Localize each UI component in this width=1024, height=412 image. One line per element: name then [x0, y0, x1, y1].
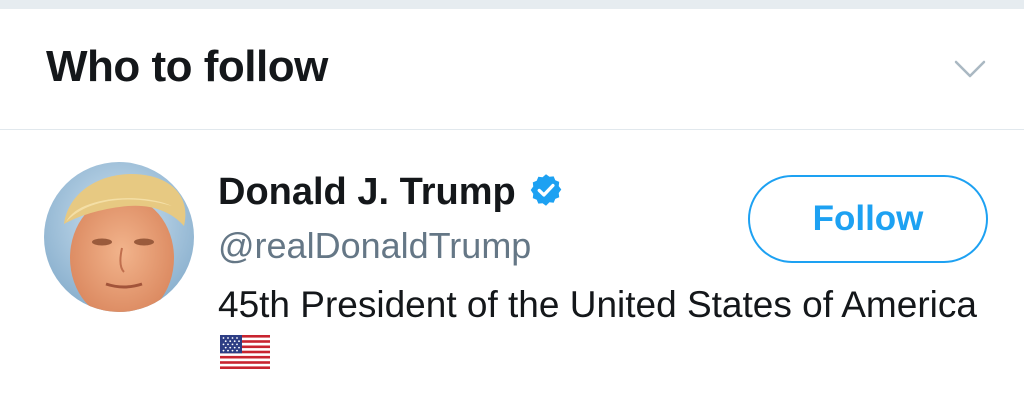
chevron-down-icon[interactable]: [953, 56, 987, 82]
us-flag-emoji: [220, 335, 270, 369]
follow-button[interactable]: Follow: [748, 175, 988, 263]
avatar[interactable]: [44, 162, 194, 312]
who-to-follow-module: Who to follow Donald J. Trump @realDonal…: [0, 9, 1024, 412]
bio-text: 45th President of the United States of A…: [218, 284, 977, 325]
user-bio: 45th President of the United States of A…: [218, 280, 1008, 380]
user-handle[interactable]: @realDonaldTrump: [218, 222, 531, 270]
name-line: Donald J. Trump: [218, 166, 564, 218]
module-header: Who to follow: [0, 9, 1024, 130]
user-suggestion: Donald J. Trump @realDonaldTrump 45th Pr…: [0, 130, 1024, 412]
verified-badge-icon: [530, 174, 562, 206]
module-title: Who to follow: [46, 42, 328, 91]
display-name[interactable]: Donald J. Trump: [218, 171, 516, 213]
